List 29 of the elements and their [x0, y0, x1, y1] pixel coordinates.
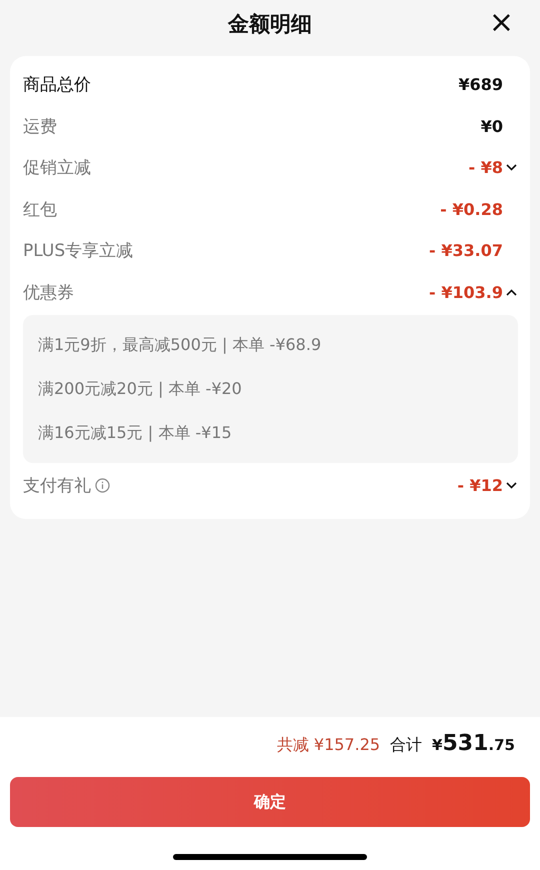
close-button[interactable]: ×: [484, 8, 518, 38]
coupon-detail: 满16元减15元 | 本单 -¥15: [38, 422, 233, 444]
chevron-down-icon[interactable]: [506, 164, 516, 172]
chevron-down-icon[interactable]: [506, 482, 516, 490]
coupon-detail: 满200元减20元 | 本单 -¥20: [38, 378, 243, 400]
row-amount: ¥689: [458, 75, 503, 94]
chevron-up-icon[interactable]: [506, 288, 516, 296]
row-amount: ¥0: [480, 116, 503, 136]
total-label: 合计: [390, 735, 422, 756]
row-label: 优惠券: [23, 282, 74, 304]
row-label: 支付有礼: [23, 475, 91, 498]
row-amount: - ¥8: [468, 158, 503, 178]
row-amount: - ¥0.28: [440, 200, 503, 219]
row-amount: - ¥103.9: [429, 282, 503, 302]
total-integer: 531: [442, 731, 488, 756]
total-currency: ¥: [432, 736, 442, 754]
coupon-detail: 满1元9折，最高减500元 | 本单 -¥68.9: [38, 334, 322, 356]
sheet-title: 金额明细: [228, 11, 312, 38]
row-label: 商品总价: [23, 74, 91, 96]
row-label: PLUS专享立减: [23, 240, 134, 262]
total-saved: 共减 ¥157.25: [276, 735, 380, 756]
row-label: 促销立减: [23, 157, 91, 180]
row-label: 运费: [23, 116, 57, 138]
total-decimal: .75: [488, 736, 515, 754]
info-icon[interactable]: [95, 478, 110, 494]
row-amount: - ¥33.07: [429, 241, 503, 260]
row-label: 红包: [23, 198, 57, 221]
row-amount: - ¥12: [457, 476, 503, 496]
confirm-button[interactable]: 确定: [10, 777, 530, 827]
